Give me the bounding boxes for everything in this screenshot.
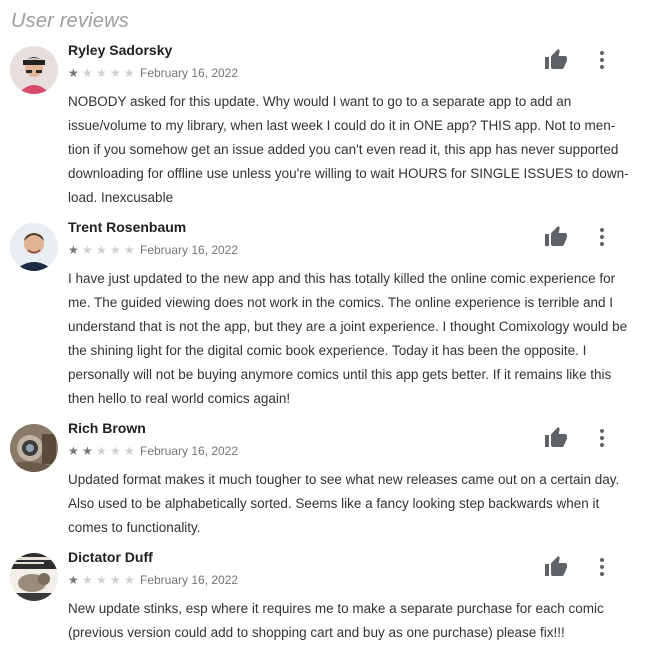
review-text: Updated format makes it much tougher to … [68,472,620,535]
author-name: Ryley Sadorsky [68,42,173,58]
avatar[interactable] [10,223,58,271]
star-rating: ★ ★ ★ ★ ★ [68,445,138,457]
star-filled-icon: ★ [68,243,79,257]
rating-row: ★ ★ ★ ★ ★ February 16, 2022 [68,444,238,458]
star-rating: ★ ★ ★ ★ ★ [68,244,138,256]
helpful-button[interactable] [540,422,572,454]
star-filled-icon: ★ [82,444,93,458]
star-empty-icon: ★ [124,444,135,458]
review-text: I have just updated to the new app and t… [68,271,628,406]
star-empty-icon: ★ [82,66,93,80]
star-empty-icon: ★ [96,573,107,587]
review-date: February 16, 2022 [140,444,239,458]
rating-row: ★ ★ ★ ★ ★ February 16, 2022 [68,243,238,257]
star-empty-icon: ★ [110,66,121,80]
avatar[interactable] [10,553,58,601]
author-name: Rich Brown [68,420,146,436]
star-filled-icon: ★ [68,66,79,80]
review-text: New update stinks, esp where it requires… [68,601,604,640]
author-name: Dictator Duff [68,549,153,565]
more-vert-icon [600,558,604,576]
star-empty-icon: ★ [96,66,107,80]
star-empty-icon: ★ [96,444,107,458]
star-empty-icon: ★ [110,573,121,587]
star-empty-icon: ★ [96,243,107,257]
more-vert-icon [600,228,604,246]
star-filled-icon: ★ [68,573,79,587]
avatar[interactable] [10,46,58,94]
review-date: February 16, 2022 [140,66,239,80]
helpful-button[interactable] [540,221,572,253]
more-options-button[interactable] [588,422,616,454]
star-empty-icon: ★ [124,66,135,80]
star-empty-icon: ★ [124,243,135,257]
star-empty-icon: ★ [82,573,93,587]
star-empty-icon: ★ [124,573,135,587]
more-vert-icon [600,429,604,447]
more-options-button[interactable] [588,221,616,253]
star-empty-icon: ★ [110,243,121,257]
star-empty-icon: ★ [110,444,121,458]
avatar[interactable] [10,424,58,472]
thumb-up-icon [545,556,567,576]
rating-row: ★ ★ ★ ★ ★ February 16, 2022 [68,573,238,587]
thumb-up-icon [545,427,567,447]
star-filled-icon: ★ [68,444,79,458]
author-name: Trent Rosenbaum [68,219,187,235]
thumb-up-icon [545,49,567,69]
review-date: February 16, 2022 [140,243,239,257]
more-options-button[interactable] [588,44,616,76]
review-text: NOBODY asked for this update. Why would … [68,94,629,205]
star-rating: ★ ★ ★ ★ ★ [68,574,138,586]
helpful-button[interactable] [540,551,572,583]
helpful-button[interactable] [540,44,572,76]
section-title: User reviews [11,10,129,32]
star-empty-icon: ★ [82,243,93,257]
star-rating: ★ ★ ★ ★ ★ [68,67,138,79]
thumb-up-icon [545,226,567,246]
review-date: February 16, 2022 [140,573,239,587]
rating-row: ★ ★ ★ ★ ★ February 16, 2022 [68,66,238,80]
more-options-button[interactable] [588,551,616,583]
more-vert-icon [600,51,604,69]
